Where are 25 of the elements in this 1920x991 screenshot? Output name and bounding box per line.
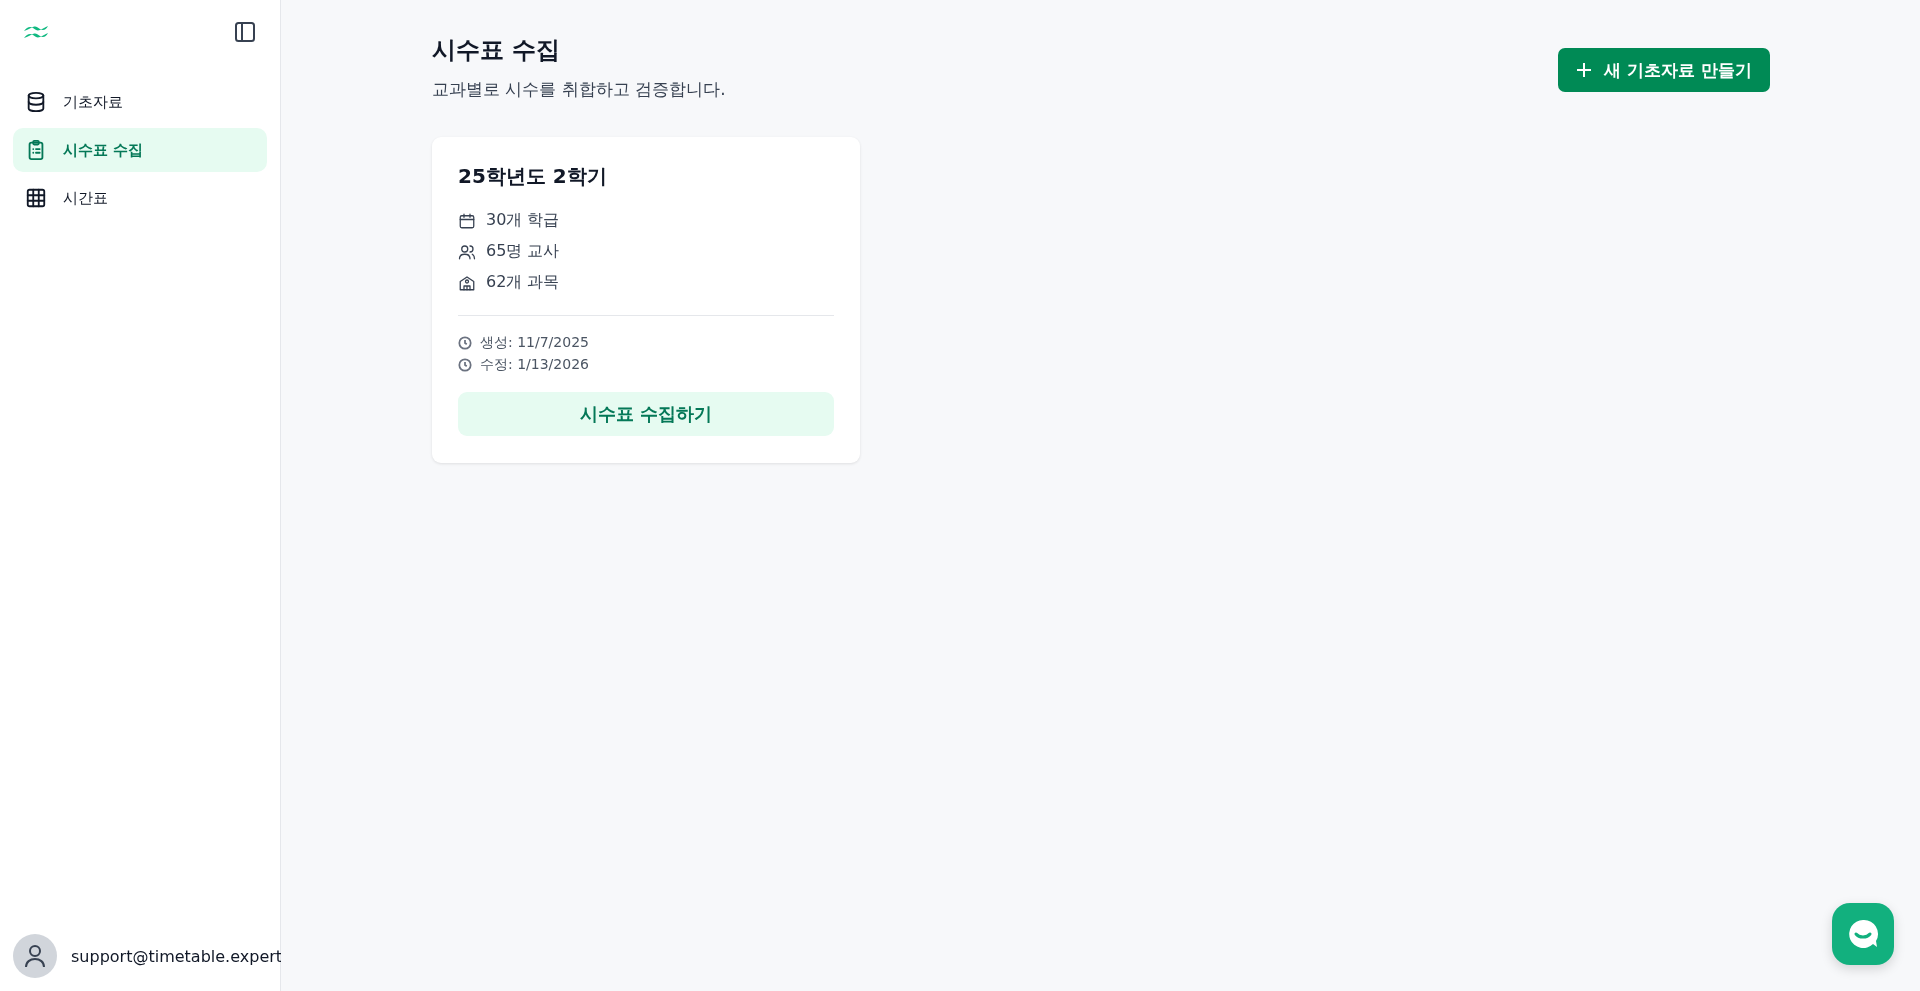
new-data-button[interactable]: 새 기초자료 만들기 (1558, 48, 1770, 92)
date-text: 생성: 11/7/2025 (480, 334, 589, 352)
logo-icon (22, 24, 50, 40)
stat-text: 62개 과목 (486, 272, 560, 293)
plus-icon (1576, 62, 1593, 78)
users-icon (458, 242, 476, 261)
chat-button[interactable] (1832, 903, 1894, 965)
sidebar-toggle-icon[interactable] (234, 21, 256, 43)
database-icon (25, 91, 47, 113)
date-text: 수정: 1/13/2026 (480, 356, 589, 374)
page-subtitle: 교과별로 시수를 취합하고 검증합니다. (432, 78, 726, 101)
stat-text: 65명 교사 (486, 241, 560, 262)
page-title: 시수표 수집 (432, 35, 562, 66)
avatar-icon[interactable] (13, 934, 57, 978)
grid-icon (25, 187, 47, 209)
user-email: support@timetable.expert (71, 946, 283, 966)
clock-icon (458, 358, 472, 372)
clock-icon (458, 336, 472, 350)
stat-text: 30개 학급 (486, 210, 560, 231)
sidebar-item[interactable]: 시수표 수집 (13, 128, 267, 172)
sidebar-item[interactable]: 시간표 (13, 176, 267, 220)
card-title: 25학년도 2학기 (458, 163, 608, 190)
collect-button[interactable]: 시수표 수집하기 (458, 392, 834, 436)
sidebar-item[interactable]: 기초자료 (13, 80, 267, 124)
calendar-icon (458, 211, 476, 230)
